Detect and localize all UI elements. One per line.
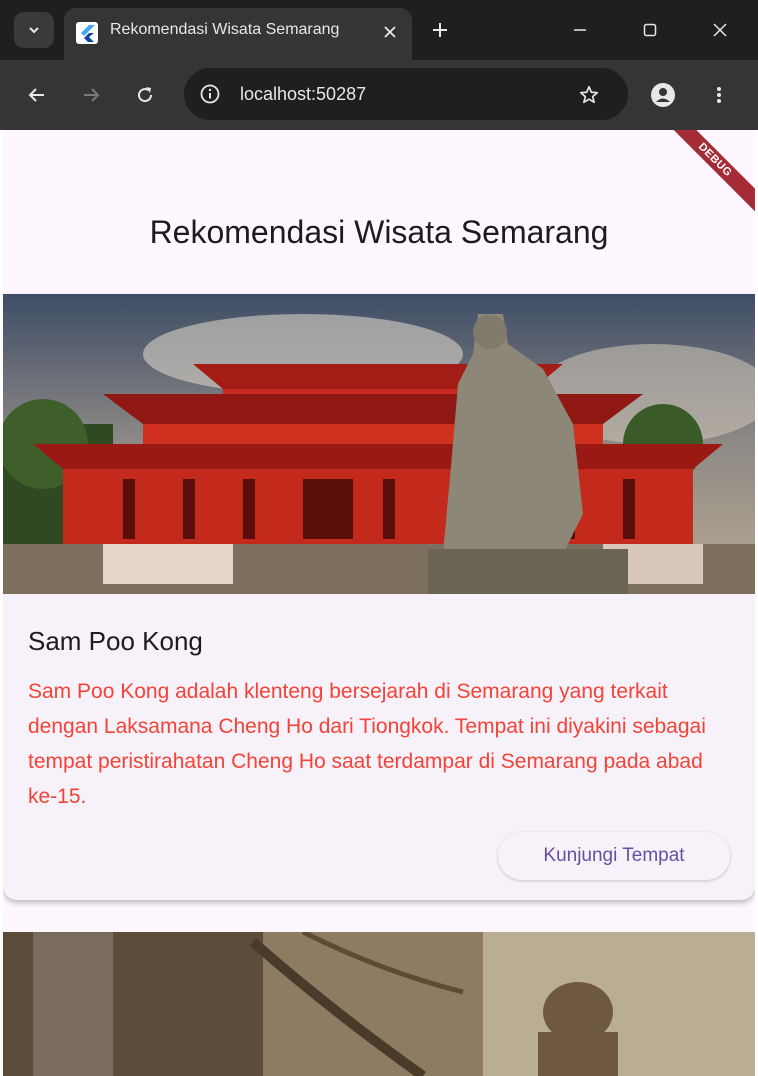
close-icon (384, 26, 396, 38)
profile-button[interactable] (648, 80, 678, 110)
destination-card: Sam Poo Kong Sam Poo Kong adalah klenten… (3, 294, 755, 900)
temple-photo (3, 294, 755, 594)
maximize-button[interactable] (634, 14, 666, 46)
person-icon (651, 83, 675, 107)
maximize-icon (643, 23, 657, 37)
browser-menu-button[interactable] (704, 80, 734, 110)
next-card-image (3, 932, 755, 1076)
app-title: Rekomendasi Wisata Semarang (149, 214, 609, 250)
browser-toolbar: localhost:50287 (0, 60, 758, 130)
close-icon (713, 23, 727, 37)
reload-icon (138, 87, 153, 103)
address-bar[interactable]: localhost:50287 (184, 68, 628, 120)
url-text: localhost:50287 (240, 84, 367, 104)
tab-close-button[interactable] (378, 20, 402, 44)
info-icon (200, 84, 220, 104)
minimize-icon (574, 29, 586, 31)
tab-search-button[interactable] (14, 12, 54, 48)
card-image (3, 294, 755, 594)
browser-tab[interactable]: Rekomendasi Wisata Semarang (64, 8, 412, 60)
reload-button[interactable] (128, 78, 162, 112)
arrow-left-icon (28, 88, 44, 102)
plus-icon (433, 23, 447, 37)
visit-place-button[interactable]: Kunjungi Tempat (498, 832, 730, 880)
new-tab-button[interactable] (424, 14, 456, 46)
bookmark-button[interactable] (574, 80, 604, 110)
back-button[interactable] (20, 78, 54, 112)
tab-title: Rekomendasi Wisata Semarang (110, 21, 340, 38)
minimize-button[interactable] (564, 14, 596, 46)
arrow-right-icon (84, 88, 100, 102)
flutter-icon (76, 22, 98, 44)
card-title: Sam Poo Kong (28, 626, 203, 656)
chevron-down-icon (29, 27, 39, 34)
window-close-button[interactable] (704, 14, 736, 46)
app-bar: Rekomendasi Wisata Semarang (3, 130, 755, 294)
site-info-button[interactable] (196, 80, 224, 108)
browser-tab-bar: Rekomendasi Wisata Semarang (0, 0, 758, 60)
more-vert-icon (717, 87, 721, 103)
star-icon (579, 85, 599, 104)
card-description: Sam Poo Kong adalah klenteng bersejarah … (28, 680, 706, 808)
monkey-photo (3, 932, 755, 1076)
forward-button[interactable] (74, 78, 108, 112)
app-viewport: Rekomendasi Wisata Semarang DEBUG Sam Po… (3, 130, 755, 1076)
